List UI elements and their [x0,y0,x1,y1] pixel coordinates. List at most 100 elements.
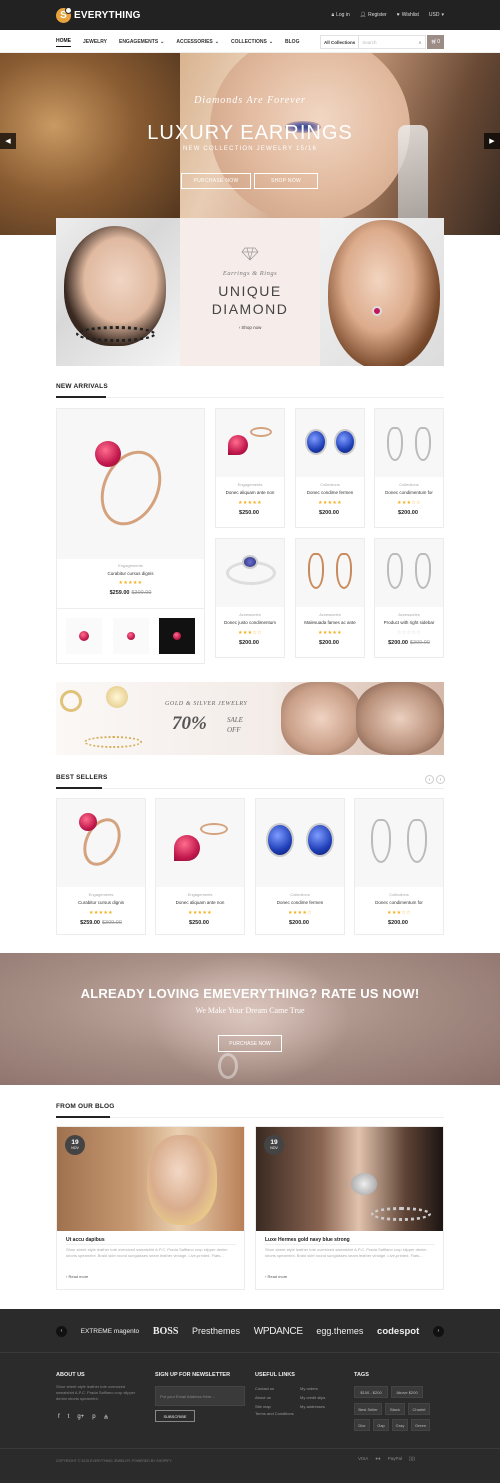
brand-logo[interactable]: codespot [377,1326,419,1337]
tag[interactable]: $100 - $200 [354,1386,388,1398]
share-icon[interactable]: ⋔ [104,1414,109,1421]
chevron-left-icon[interactable]: ‹ [425,775,434,784]
brand-logo[interactable]: EXTREME magento [81,1328,140,1335]
product-card[interactable]: Engagements Curabitur cursus dignis ★★★★… [56,798,146,935]
product-card[interactable]: Accessories Malesuada fames ac ante ★★★★… [295,538,365,658]
sale-banner[interactable] [56,682,444,755]
footer-link[interactable]: My addresses [300,1402,350,1411]
product-thumbnail[interactable] [66,618,102,654]
product-card[interactable]: Collections Donec condime fermen ★★★★☆ $… [255,798,345,935]
rate-purchase-button[interactable]: PURCHASE NOW [218,1035,282,1052]
brand-logo[interactable]: BOSS [153,1326,179,1337]
product-card[interactable]: Collections Donec condimentum for ★★★☆☆ … [354,798,444,935]
product-name[interactable]: Donec condimentum for [375,490,443,495]
banner-right-image[interactable] [320,218,444,366]
newsletter-email-input[interactable]: Put your Email Address Here... [155,1386,245,1406]
blog-post[interactable]: 19 NOV Luxe Hermes gold navy blue strong … [255,1126,444,1290]
nav-collections[interactable]: COLLECTIONS ⌄ [231,39,273,45]
logo[interactable]: S EVERYTHING [56,6,141,23]
banner-left-image[interactable] [56,218,180,366]
pinterest-icon[interactable]: p [92,1414,95,1421]
footer-link[interactable]: My orders [300,1384,350,1393]
product-name[interactable]: Donec aliquam ante non [156,900,244,905]
footer-link[interactable]: Terms and Conditions [255,1411,295,1417]
product-image[interactable] [375,409,443,477]
product-name[interactable]: Donec condimentum for [355,900,443,905]
hero-purchase-button[interactable]: PURCHASE NOW [181,173,251,189]
brand-logo[interactable]: egg.themes [316,1326,363,1336]
wishlist-link[interactable]: ♥ Wishlist [397,12,419,18]
product-name[interactable]: Curabitur cursus dignis [57,571,204,576]
twitter-icon[interactable]: t [68,1414,70,1421]
product-image[interactable] [216,409,284,477]
product-image[interactable] [296,539,364,607]
search-collection-select[interactable]: All Collections [321,36,360,48]
product-thumbnail[interactable] [113,618,149,654]
footer-link[interactable]: About us [255,1393,295,1402]
tag[interactable]: Dior [354,1419,370,1431]
slider-prev-arrow-icon[interactable]: ◀ [0,133,16,149]
google-plus-icon[interactable]: g+ [77,1414,84,1421]
footer-link[interactable]: My credit slips [300,1393,350,1402]
tag[interactable]: Black [385,1403,405,1415]
tag[interactable]: Above $200 [391,1386,423,1398]
nav-engagements[interactable]: ENGAGEMENTS ⌄ [119,39,164,45]
facebook-icon[interactable]: f [58,1414,60,1421]
post-title[interactable]: Ut accu dapibus [66,1237,105,1243]
product-card[interactable]: Accessories Donec justo condimentum ★★★☆… [215,538,285,658]
hero-shop-button[interactable]: SHOP NOW [254,173,318,189]
product-card[interactable]: Engagements Donec aliquam ante non ★★★★★… [155,798,245,935]
product-name[interactable]: Donec condime fermen [296,490,364,495]
nav-jewelry[interactable]: JEWELRY [83,39,107,45]
tag[interactable]: Green [411,1419,430,1431]
chevron-left-icon[interactable]: ‹ [56,1325,67,1337]
read-more-link[interactable]: › Read more [66,1274,88,1279]
product-thumbnail[interactable] [159,618,195,654]
chevron-right-icon[interactable]: › [436,775,445,784]
product-image[interactable] [156,799,244,887]
brand-logo[interactable]: Presthemes [192,1326,240,1336]
tag[interactable]: Best Seller [354,1403,382,1415]
currency-select[interactable]: USD ▾ [429,12,444,18]
product-card[interactable]: Accessories Product with right sidebar ☆… [374,538,444,658]
slider-next-arrow-icon[interactable]: ▶ [484,133,500,149]
product-name[interactable]: Donec condime fermen [256,900,344,905]
product-image[interactable] [57,409,204,559]
product-image[interactable] [355,799,443,887]
footer-link[interactable]: Site map [255,1402,295,1411]
banner-shop-link[interactable]: › Shop now [180,325,320,330]
product-name[interactable]: Malesuada fames ac ante [296,620,364,625]
tag[interactable]: Charlet [408,1403,430,1415]
nav-blog[interactable]: BLOG [285,39,299,45]
cart-button[interactable]: 🛒︎ 0 [427,35,444,49]
brand-logo[interactable]: WPDANCE [254,1326,303,1337]
product-image[interactable] [216,539,284,607]
subscribe-button[interactable]: SUBSCRIBE [155,1410,195,1422]
search-input[interactable]: Search [359,40,415,45]
blog-post[interactable]: 19 NOV Ut accu dapibus Shoe street style … [56,1126,245,1290]
product-image[interactable] [57,799,145,887]
product-name[interactable]: Product with right sidebar [375,620,443,625]
product-image[interactable] [256,799,344,887]
blog-post-image[interactable] [57,1127,244,1231]
tag[interactable]: Gap [373,1419,389,1431]
product-image[interactable] [296,409,364,477]
blog-post-image[interactable] [256,1127,443,1231]
register-link[interactable]: 👤︎ Register [360,12,387,18]
product-name[interactable]: Donec aliquam ante non [216,490,284,495]
product-image[interactable] [375,539,443,607]
footer-link[interactable]: Contact us [255,1384,295,1393]
read-more-link[interactable]: › Read more [265,1274,287,1279]
post-title[interactable]: Luxe Hermes gold navy blue strong [265,1237,350,1243]
nav-home[interactable]: HOME [56,36,71,47]
product-name[interactable]: Donec justo condimentum [216,620,284,625]
search-icon[interactable]: ⌕ [415,40,425,45]
product-card[interactable]: Collections Donec condime fermen ★★★★★ $… [295,408,365,528]
chevron-right-icon[interactable]: › [432,1325,444,1337]
featured-product-card[interactable]: Engagements Curabitur cursus dignis ★★★★… [56,408,205,664]
product-name[interactable]: Curabitur cursus dignis [57,900,145,905]
product-card[interactable]: Collections Donec condimentum for ★★★☆☆ … [374,408,444,528]
product-card[interactable]: Engagements Donec aliquam ante non ★★★★★… [215,408,285,528]
login-link[interactable]: 🔒︎ Log in [331,12,349,18]
tag[interactable]: Gray [392,1419,408,1431]
